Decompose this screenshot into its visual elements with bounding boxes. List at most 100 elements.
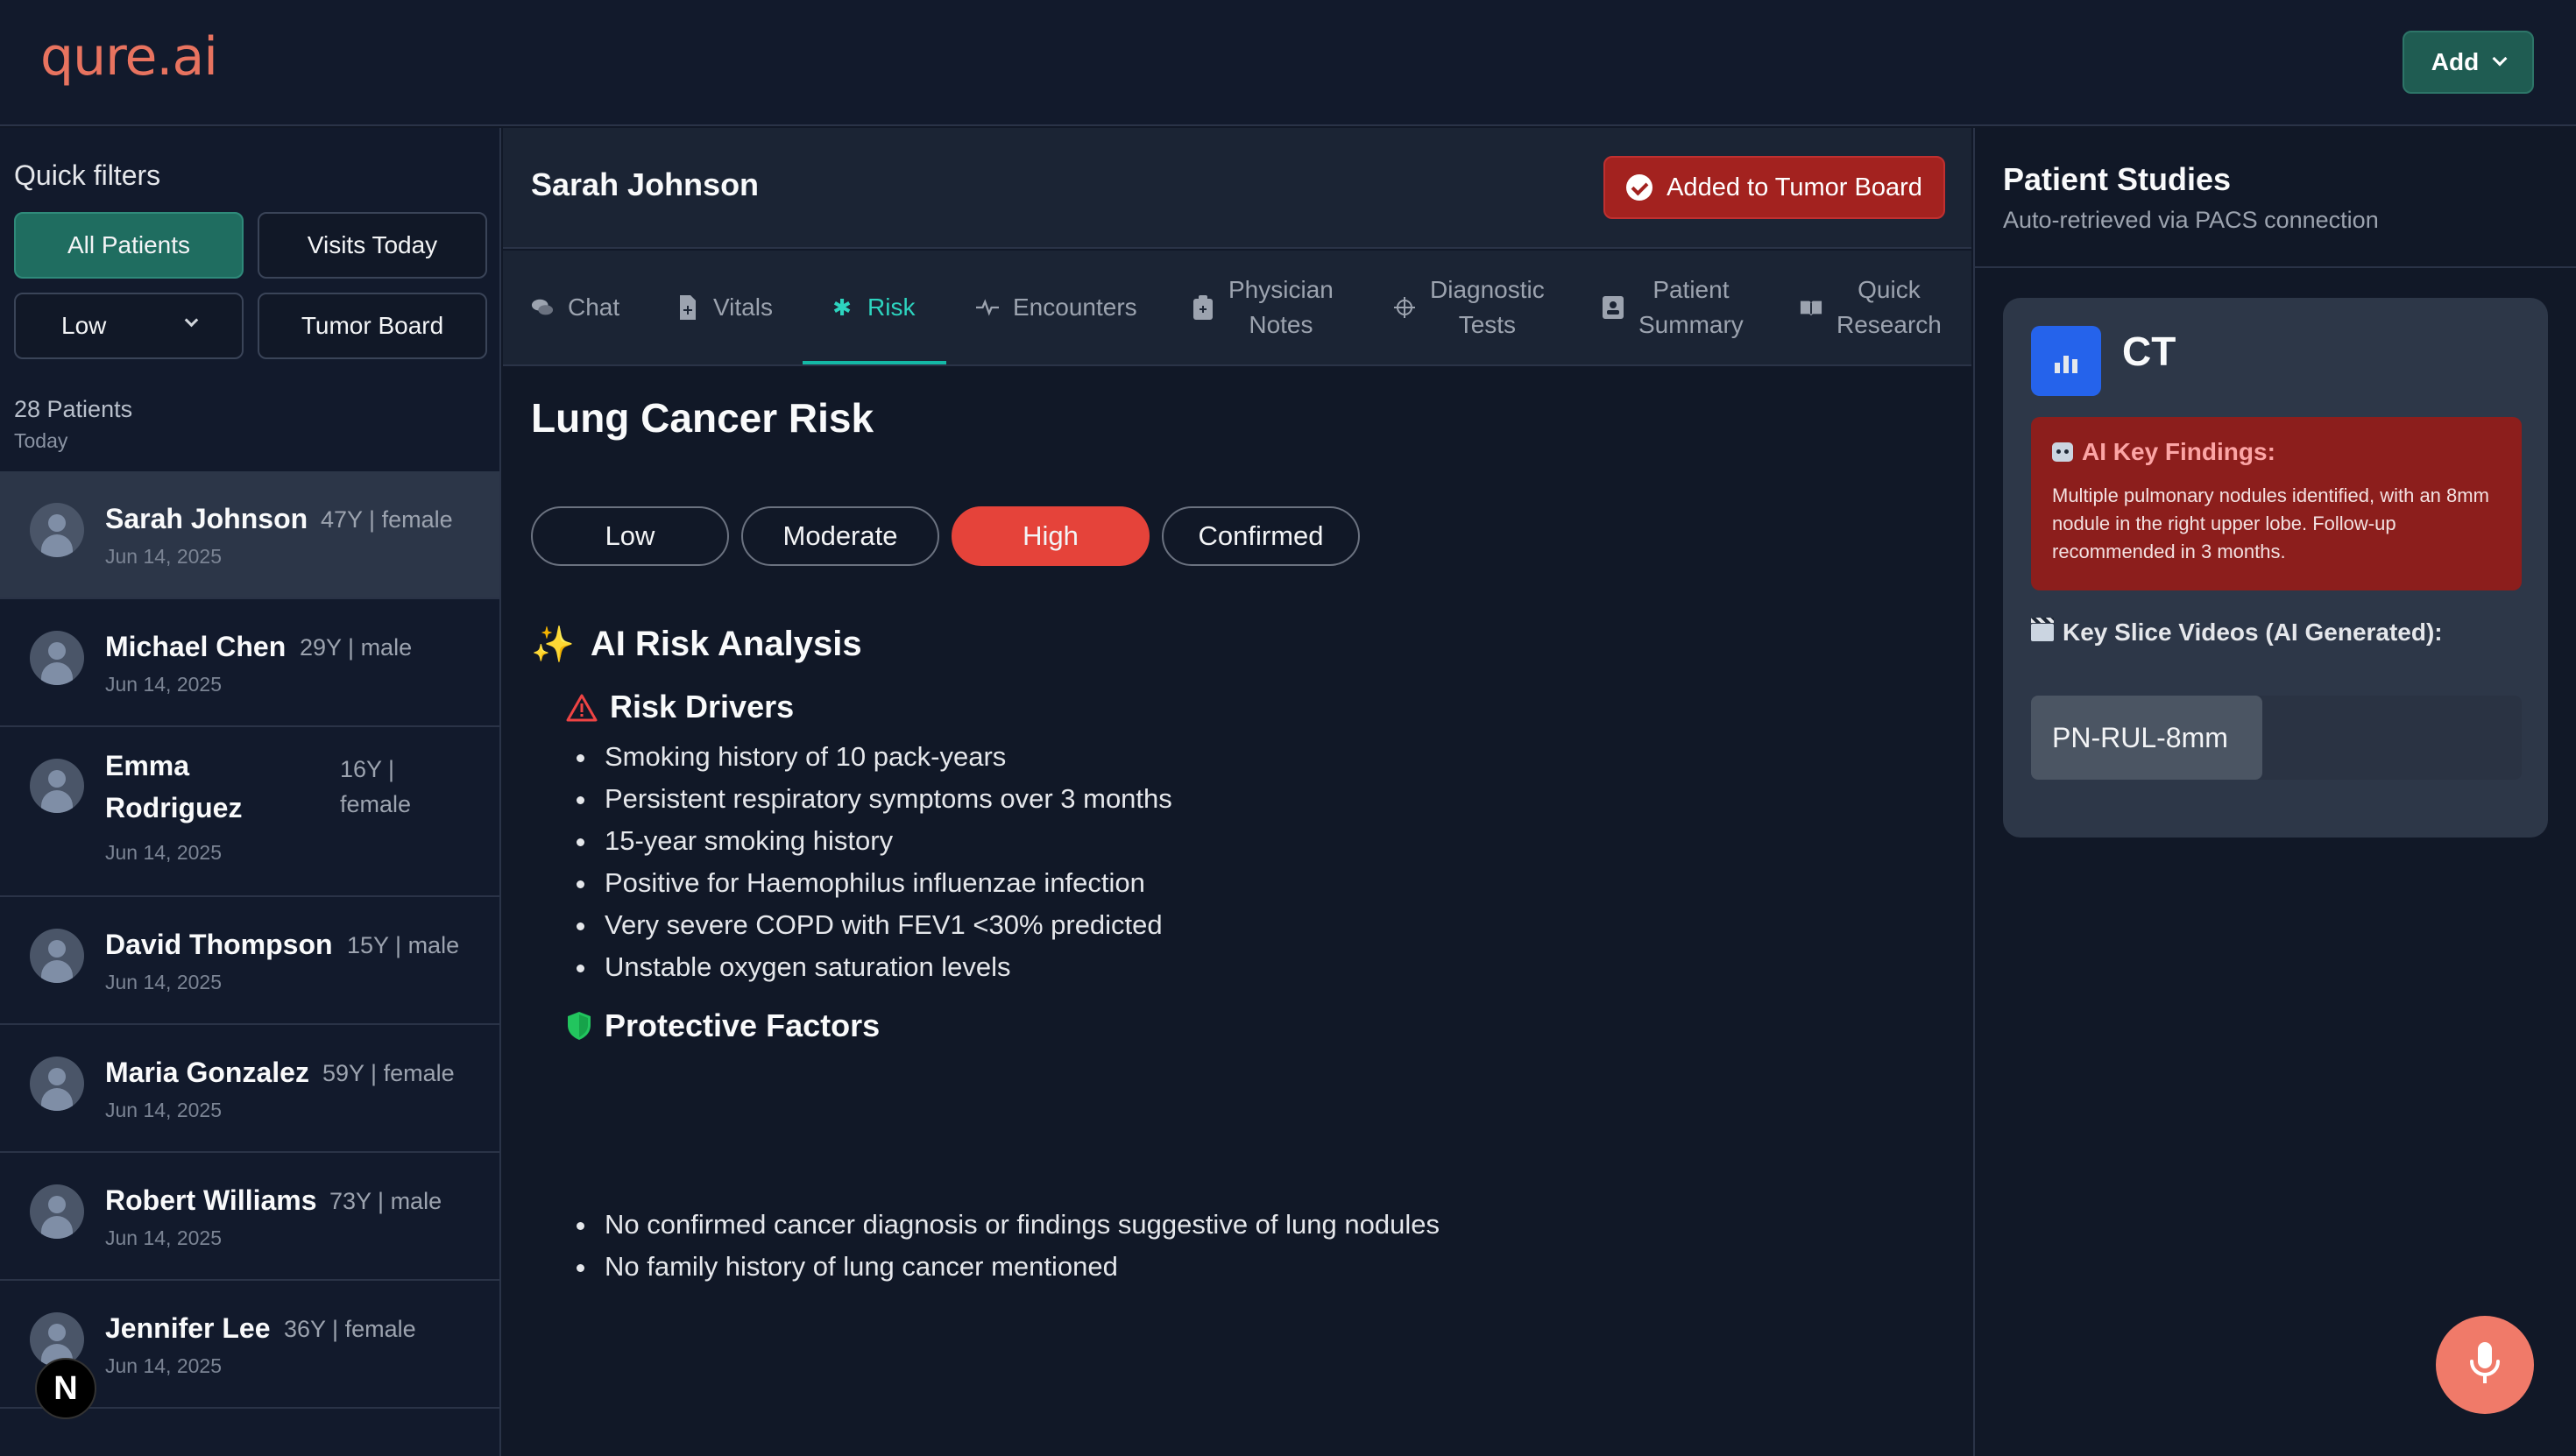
tumor-board-button[interactable]: Added to Tumor Board [1603, 156, 1945, 219]
add-button[interactable]: Add [2403, 31, 2534, 94]
tab-diagnostic-tests[interactable]: Diagnostic Tests [1393, 251, 1545, 364]
patient-studies-panel: Patient Studies Auto-retrieved via PACS … [1973, 128, 2576, 1456]
studies-header: Patient Studies Auto-retrieved via PACS … [1975, 128, 2576, 268]
tab-physician-notes[interactable]: Physician Notes [1192, 251, 1334, 364]
patient-date: Jun 14, 2025 [105, 1099, 223, 1121]
list-item: No family history of lung cancer mention… [566, 1246, 1440, 1288]
risk-level-moderate[interactable]: Moderate [741, 506, 939, 566]
tab-label: Vitals [713, 293, 773, 321]
tab-patient-summary[interactable]: Patient Summary [1602, 251, 1744, 364]
tab-label-line1: Diagnostic [1430, 276, 1545, 303]
patient-row-sarah-johnson[interactable]: Sarah Johnson 47Y | female Jun 14, 2025 [0, 471, 499, 599]
patient-meta: 16Y | female [340, 756, 412, 817]
study-card[interactable]: CT AI Key Findings: Multiple pulmonary n… [2003, 298, 2548, 838]
list-item: Positive for Haemophilus influenzae infe… [566, 862, 1172, 904]
protective-factors-list: No confirmed cancer diagnosis or finding… [566, 1204, 1440, 1288]
patient-date: Jun 14, 2025 [105, 971, 223, 993]
main-content: Sarah Johnson Added to Tumor Board Chat … [503, 128, 1971, 1456]
patient-meta: 73Y | male [329, 1188, 442, 1214]
video-list: PN-RUL-8mm [2031, 696, 2522, 780]
patient-count-period: Today [14, 429, 68, 452]
microphone-button[interactable] [2436, 1316, 2534, 1414]
crosshair-icon [1393, 296, 1416, 319]
id-card-icon [1602, 296, 1624, 319]
warning-icon [566, 693, 598, 722]
filter-tumor-board[interactable]: Tumor Board [258, 293, 487, 359]
patient-name: Emma Rodriguez [105, 750, 243, 823]
patient-row-michael-chen[interactable]: Michael Chen 29Y | male Jun 14, 2025 [0, 599, 499, 727]
list-item: No confirmed cancer diagnosis or finding… [566, 1204, 1440, 1246]
ai-risk-analysis-heading: ✨ AI Risk Analysis [531, 624, 862, 665]
list-item: Persistent respiratory symptoms over 3 m… [566, 778, 1172, 820]
avatar [30, 1057, 84, 1111]
tab-label: Diagnostic Tests [1430, 272, 1545, 343]
filter-visits-today[interactable]: Visits Today [258, 212, 487, 279]
patient-name: Sarah Johnson [105, 503, 308, 534]
tab-label-line2: Tests [1458, 311, 1517, 338]
dev-badge[interactable]: N [35, 1358, 96, 1419]
patient-date: Jun 14, 2025 [105, 673, 223, 696]
list-item: Very severe COPD with FEV1 <30% predicte… [566, 904, 1172, 946]
app-logo[interactable]: qure.ai [40, 26, 218, 88]
list-item: Unstable oxygen saturation levels [566, 946, 1172, 988]
book-icon [1800, 296, 1822, 319]
ai-findings-title: AI Key Findings: [2082, 438, 2275, 465]
tab-label-line1: Quick [1858, 276, 1921, 303]
filter-all-patients[interactable]: All Patients [14, 212, 244, 279]
patient-date: Jun 14, 2025 [105, 1354, 223, 1377]
tab-label-line2: Research [1836, 311, 1942, 338]
tab-vitals[interactable]: Vitals [676, 251, 773, 364]
vitals-icon [676, 295, 699, 320]
shield-icon [566, 1011, 592, 1041]
studies-subtitle: Auto-retrieved via PACS connection [2003, 207, 2379, 233]
tab-label: Patient Summary [1638, 272, 1744, 343]
tab-label: Encounters [1013, 293, 1137, 321]
clapperboard-icon [2031, 618, 2054, 641]
pulse-icon [976, 296, 999, 319]
tab-label: Physician Notes [1228, 272, 1334, 343]
risk-filter-select[interactable]: Low [14, 293, 244, 359]
tab-quick-research[interactable]: Quick Research [1800, 251, 1942, 364]
chat-icon [531, 296, 554, 319]
avatar [30, 503, 84, 557]
clipboard-icon [1192, 295, 1214, 320]
tab-risk[interactable]: ✱ Risk [831, 251, 915, 364]
add-button-label: Add [2431, 48, 2480, 75]
tumor-board-label: Added to Tumor Board [1667, 173, 1922, 201]
studies-title: Patient Studies [2003, 161, 2232, 197]
patient-row-maria-gonzalez[interactable]: Maria Gonzalez 59Y | female Jun 14, 2025 [0, 1025, 499, 1153]
tab-label-line1: Physician [1228, 276, 1334, 303]
list-item: 15-year smoking history [566, 820, 1172, 862]
risk-level-confirmed[interactable]: Confirmed [1162, 506, 1360, 566]
avatar [30, 631, 84, 685]
asterisk-icon: ✱ [832, 293, 852, 321]
ai-risk-analysis-title: AI Risk Analysis [590, 625, 862, 663]
patient-row-emma-rodriguez[interactable]: Emma Rodriguez 16Y | female Jun 14, 2025 [0, 727, 499, 897]
risk-drivers-heading: Risk Drivers [566, 689, 794, 725]
patient-row-robert-williams[interactable]: Robert Williams 73Y | male Jun 14, 2025 [0, 1153, 499, 1281]
risk-title: Lung Cancer Risk [531, 395, 874, 441]
patient-meta: 29Y | male [300, 634, 413, 661]
tab-label-line2: Summary [1638, 311, 1744, 338]
risk-level-high[interactable]: High [952, 506, 1150, 566]
patient-header: Sarah Johnson Added to Tumor Board [503, 128, 1971, 249]
list-item: Smoking history of 10 pack-years [566, 736, 1172, 778]
tab-encounters[interactable]: Encounters [976, 251, 1137, 364]
microphone-icon [2467, 1340, 2502, 1390]
tab-label-line2: Notes [1249, 311, 1313, 338]
avatar [30, 759, 84, 813]
risk-filter-value: Low [61, 312, 107, 339]
patient-row-david-thompson[interactable]: David Thompson 15Y | male Jun 14, 2025 [0, 897, 499, 1025]
tab-bar: Chat Vitals ✱ Risk Encounters Physician N… [503, 251, 1971, 366]
protective-factors-heading: Protective Factors [566, 1007, 880, 1044]
key-slice-videos-title: Key Slice Videos (AI Generated): [2063, 618, 2443, 646]
patient-date: Jun 14, 2025 [105, 1226, 223, 1249]
tab-chat[interactable]: Chat [531, 251, 619, 364]
video-chip[interactable]: PN-RUL-8mm [2031, 696, 2262, 780]
ai-findings-text: Multiple pulmonary nodules identified, w… [2052, 484, 2489, 562]
risk-level-low[interactable]: Low [531, 506, 729, 566]
chevron-down-icon [2492, 51, 2508, 67]
chart-icon [2031, 326, 2101, 396]
patient-name: Maria Gonzalez [105, 1057, 309, 1088]
avatar [30, 1184, 84, 1239]
